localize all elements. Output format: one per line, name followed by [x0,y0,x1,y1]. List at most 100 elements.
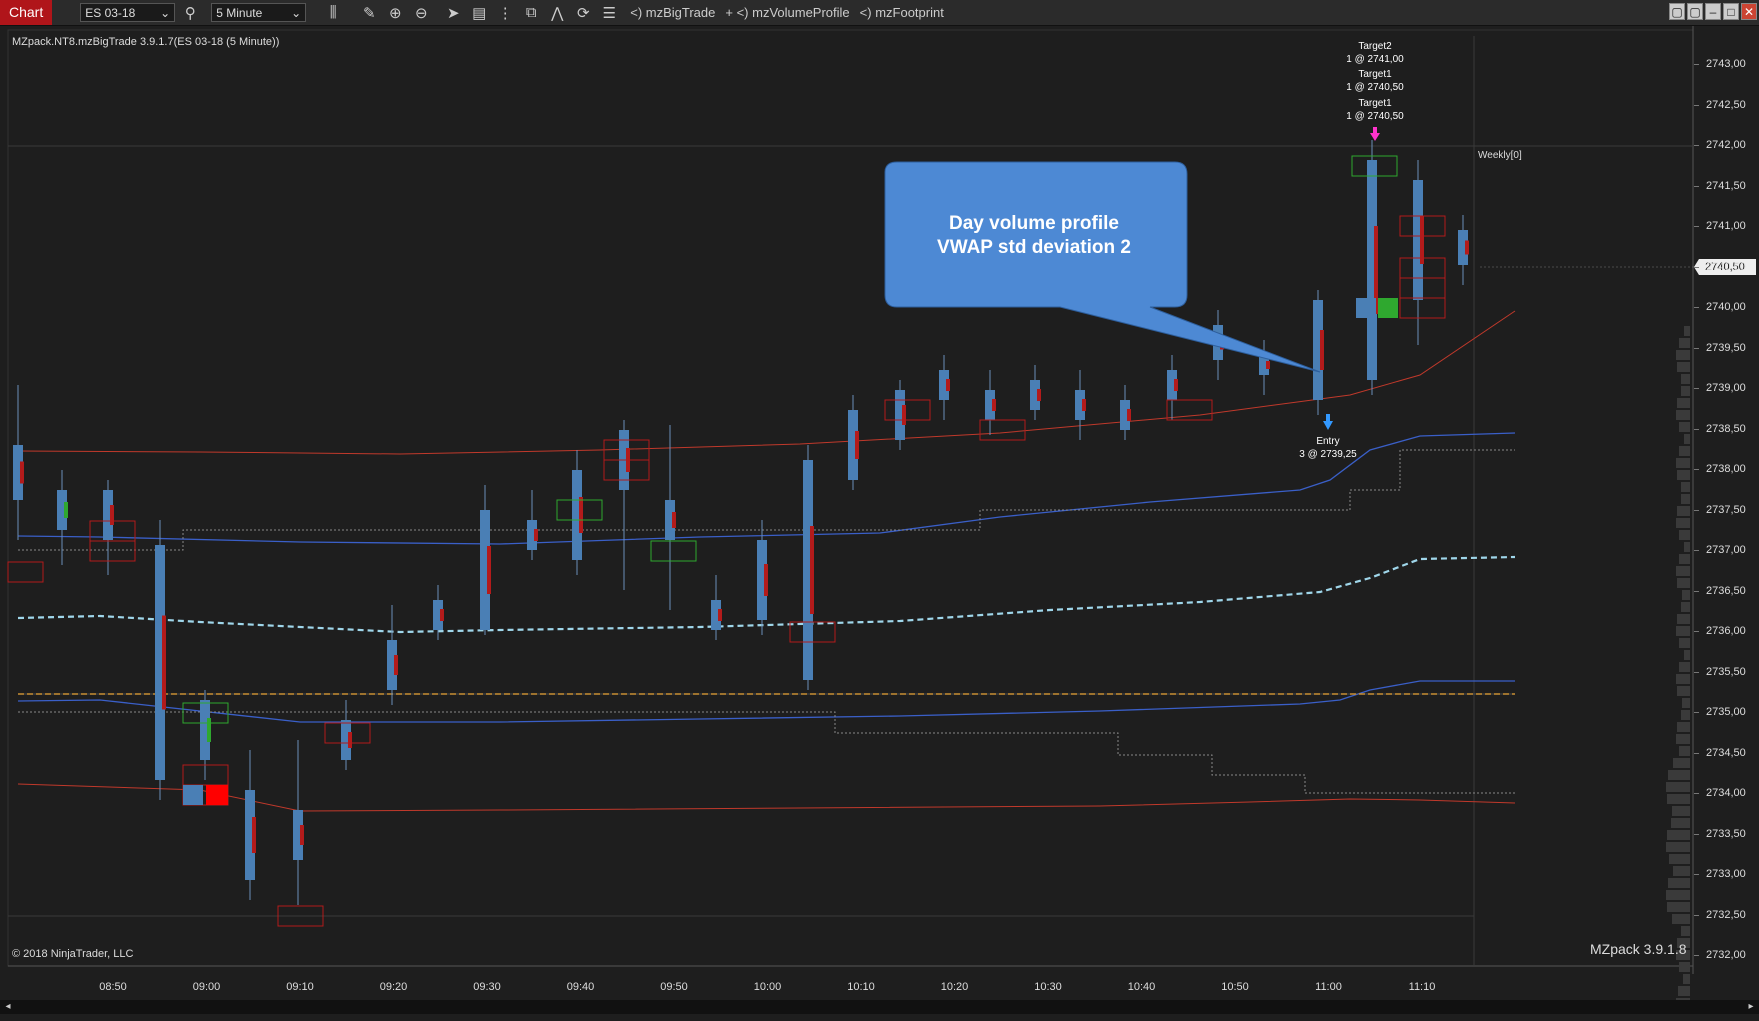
down-candle-body [1320,330,1324,370]
profile-bar [1679,662,1690,672]
price-chart[interactable] [0,26,1759,1000]
version-label: MZpack 3.9.1.8 [1590,941,1687,957]
down-candle-body [579,497,583,533]
close-button[interactable]: ✕ [1741,3,1757,20]
price-tick-label: 2737,00 [1706,544,1746,556]
down-candle-body [534,529,538,541]
profile-bar [1667,794,1690,804]
profile-bar [1677,614,1690,624]
target1b-fill: 1 @ 2740,50 [1346,111,1404,122]
copyright-label: © 2018 NinjaTrader, LLC [12,948,134,960]
down-candle-body [20,461,24,484]
list-properties-icon[interactable]: ☰ [598,2,620,24]
profile-bar [1676,410,1690,420]
profile-bar [1684,650,1690,660]
profile-bar [1673,758,1690,768]
indicator-mzfootprint[interactable]: <) mzFootprint [860,5,944,20]
callout-line-2: VWAP std deviation 2 [937,237,1131,258]
target1-fill: 1 @ 2740,50 [1346,82,1404,93]
indicators-icon[interactable]: ⋮ [494,2,516,24]
scroll-right-icon[interactable]: ▸ [1745,1000,1757,1014]
down-candle-body [810,526,814,614]
profile-bar [1677,398,1690,408]
interval-value: 5 Minute [216,5,263,20]
developing-low-step-line [18,711,1515,794]
scroll-left-icon[interactable]: ◂ [2,1000,14,1014]
profile-bar [1667,830,1690,840]
indicator-mzvolumeprofile[interactable]: + <) mzVolumeProfile [725,5,849,20]
down-candle-body [672,512,676,528]
callout-balloon [884,161,1321,373]
minimize-button[interactable]: – [1705,3,1721,20]
down-candle-body [1174,379,1178,391]
profile-bar [1684,434,1690,444]
price-tick [1694,590,1699,592]
chevron-down-icon: ⌄ [160,5,171,20]
price-tick-label: 2732,00 [1706,949,1746,961]
zoom-in-icon[interactable]: ⊕ [384,2,406,24]
maximize-button[interactable]: □ [1723,3,1739,20]
price-tick-label: 2733,50 [1706,827,1746,840]
bar-type-icon[interactable]: ⫼ [322,2,344,24]
price-tick [1694,388,1699,389]
price-tick [1694,226,1699,227]
restore-left-icon[interactable]: ▢ [1669,3,1685,20]
instrument-selector[interactable]: ES 03-18 ⌄ [80,3,176,22]
price-tick-label: 2739,50 [1706,341,1746,354]
search-icon[interactable]: ⚲ [179,2,201,24]
weekly-profile-label: Weekly[0] [1478,150,1522,161]
strategies-icon[interactable]: ⧉ [520,2,542,24]
price-tick-label: 2741,00 [1706,220,1746,232]
down-candle-body [1127,409,1131,421]
profile-bar [1679,554,1690,564]
zoom-out-icon[interactable]: ⊖ [410,2,432,24]
interval-selector[interactable]: 5 Minute ⌄ [211,3,307,22]
profile-bar [1679,746,1690,756]
price-tick-label: 2737,50 [1706,503,1746,516]
time-tick-label: 11:10 [1408,981,1436,993]
profile-bar [1677,362,1690,372]
target2-label: Target2 1 @ 2741,00 [1346,40,1403,66]
price-tick-label: 2738,00 [1706,463,1746,475]
entry-arrow-icon [1323,414,1333,430]
profile-bar [1666,842,1690,852]
down-candle-body [110,505,114,525]
cursor-pointer-icon[interactable]: ➤ [442,2,464,24]
time-tick-label: 09:20 [379,981,408,993]
profile-bar [1681,386,1690,396]
profile-bar [1682,698,1690,708]
time-tick-label: 10:50 [1221,981,1249,993]
price-tick-label: 2734,50 [1706,746,1746,759]
profile-bar [1666,782,1690,792]
time-tick-label: 09:50 [660,981,688,993]
big-trade-fill [1378,298,1398,318]
profile-bar [1678,986,1690,996]
profile-bar [1668,878,1690,888]
profile-bar [1677,722,1690,732]
profile-bar [1681,494,1690,504]
price-tick [1694,266,1699,268]
down-candle-body [1037,389,1041,401]
big-trade-box [979,419,1026,441]
drawing-tools-icon[interactable]: ⋀ [546,2,568,24]
indicator-mzbigtrade[interactable]: <) mzBigTrade [630,5,715,20]
vwap-upper-red-band [17,310,1516,455]
horizontal-scrollbar[interactable] [0,1000,1759,1014]
data-box-icon[interactable]: ▤ [468,2,490,24]
time-tick-label: 10:10 [847,981,875,993]
tab-chart[interactable]: Chart [0,0,53,25]
profile-bar [1668,770,1690,780]
reload-icon[interactable]: ⟳ [572,2,594,24]
time-tick-label: 09:30 [473,981,501,993]
draw-pencil-icon[interactable]: ✎ [358,2,380,24]
time-tick-label: 10:20 [940,981,969,993]
down-candle-body [440,609,444,621]
price-tick-label: 2741,50 [1706,179,1746,192]
price-tick-label: 2743,00 [1706,58,1746,70]
big-trade-fill [183,785,203,805]
price-tick [1694,793,1699,794]
profile-bar [1672,914,1690,924]
target2-fill: 1 @ 2741,00 [1346,54,1404,65]
callout-text: Day volume profile VWAP std deviation 2 [884,212,1184,260]
restore-right-icon[interactable]: ▢ [1687,3,1703,20]
